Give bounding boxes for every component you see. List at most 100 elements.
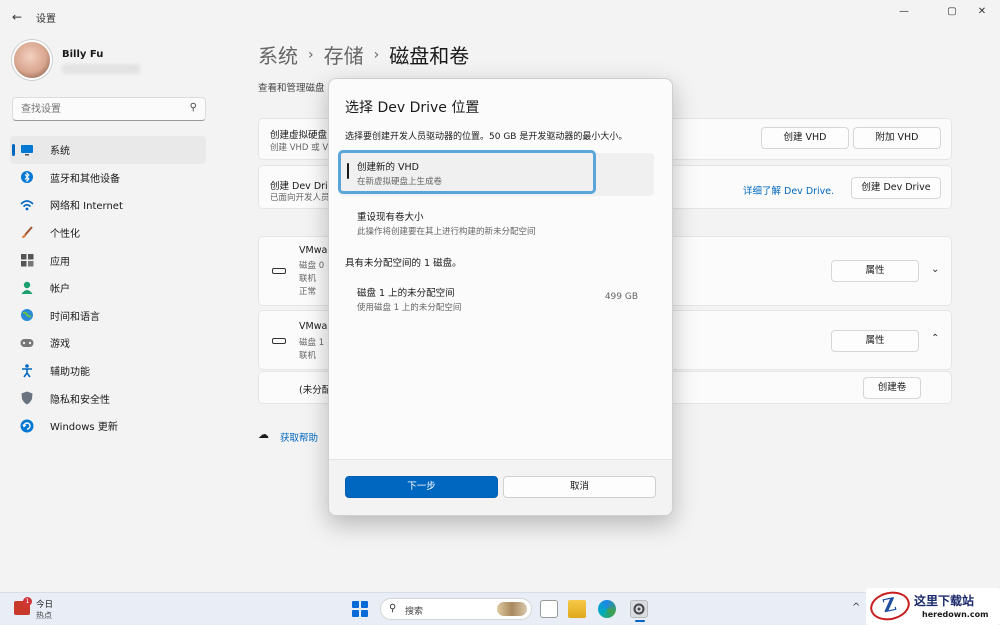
- dev-drive-location-dialog: 选择 Dev Drive 位置 选择要创建开发人员驱动器的位置。50 GB 是开…: [328, 78, 673, 516]
- disk-0-name: VMwa: [299, 245, 328, 256]
- sidebar-item-label: 个性化: [50, 229, 80, 241]
- bluetooth-icon: [20, 170, 34, 184]
- disk-0-properties-button[interactable]: 属性: [831, 260, 919, 282]
- next-button[interactable]: 下一步: [345, 476, 498, 498]
- sidebar-item-label: 应用: [50, 256, 70, 268]
- sidebar-item-label: Windows 更新: [50, 422, 118, 434]
- help-icon: ☁: [258, 428, 269, 441]
- disk-1-number: 磁盘 1: [299, 338, 325, 348]
- taskbar: 1 今日 热点 ⚲ 搜索 ^: [0, 592, 1000, 625]
- widget-title[interactable]: 今日: [36, 598, 53, 610]
- sidebar-item-label: 蓝牙和其他设备: [50, 173, 120, 185]
- option-disk-1-unallocated[interactable]: 磁盘 1 上的未分配空间 使用磁盘 1 上的未分配空间 499 GB: [339, 277, 654, 319]
- globe-icon: [20, 308, 34, 322]
- cancel-button[interactable]: 取消: [503, 476, 656, 498]
- unallocated-disks-header: 具有未分配空间的 1 磁盘。: [345, 258, 462, 269]
- breadcrumb: 系统 › 存储 › 磁盘和卷: [258, 40, 469, 69]
- sidebar-item-network[interactable]: 网络和 Internet: [10, 191, 206, 219]
- update-icon: [20, 419, 34, 433]
- option-title: 创建新的 VHD: [357, 162, 419, 173]
- settings-window: ← 设置 — ▢ ✕ Billy Fu ⚲ 系统 蓝牙和其他设备: [0, 0, 1000, 592]
- sidebar-item-gaming[interactable]: 游戏: [10, 329, 206, 357]
- page-title: 磁盘和卷: [389, 44, 470, 68]
- dialog-footer: 下一步 取消: [329, 459, 672, 515]
- drive-icon: [272, 338, 286, 344]
- sidebar-item-windows-update[interactable]: Windows 更新: [10, 412, 206, 440]
- create-dev-drive-button[interactable]: 创建 Dev Drive: [851, 177, 941, 199]
- attach-vhd-button[interactable]: 附加 VHD: [853, 127, 941, 149]
- settings-app-icon[interactable]: [630, 600, 648, 622]
- sidebar-nav: 系统 蓝牙和其他设备 网络和 Internet 个性化 应用 帐户 时间和语言 …: [10, 136, 206, 440]
- taskbar-search[interactable]: ⚲ 搜索: [380, 598, 532, 620]
- dialog-description: 选择要创建开发人员驱动器的位置。50 GB 是开发驱动器的最小大小。: [345, 132, 628, 142]
- disk-0-status: 联机: [299, 274, 317, 284]
- disk-1-properties-button[interactable]: 属性: [831, 330, 919, 352]
- create-vhd-button[interactable]: 创建 VHD: [761, 127, 849, 149]
- gamepad-icon: [20, 336, 34, 350]
- task-view-icon[interactable]: [540, 600, 558, 618]
- search-highlight-image: [497, 602, 527, 616]
- watermark-url: heredown.com: [922, 610, 989, 619]
- disk-0-number: 磁盘 0: [299, 261, 325, 271]
- chevron-up-icon[interactable]: ⌃: [931, 333, 939, 344]
- watermark-logo: [867, 588, 913, 624]
- brush-icon: [20, 225, 34, 240]
- person-icon: [20, 281, 34, 295]
- sidebar-item-apps[interactable]: 应用: [10, 246, 206, 274]
- minimize-button[interactable]: —: [888, 4, 920, 20]
- title-bar: ← 设置 — ▢ ✕: [0, 0, 1000, 34]
- watermark: 这里下载站 heredown.com: [866, 588, 1000, 625]
- dev-drive-card-subtitle: 已面向开发人员: [270, 193, 330, 203]
- sidebar-item-accounts[interactable]: 帐户: [10, 274, 206, 302]
- sidebar-item-label: 游戏: [50, 339, 70, 351]
- get-help-link[interactable]: 获取帮助: [280, 430, 318, 444]
- breadcrumb-system[interactable]: 系统: [258, 40, 298, 69]
- search-input[interactable]: [13, 98, 173, 120]
- avatar[interactable]: [12, 40, 52, 80]
- breadcrumb-separator: ›: [373, 46, 380, 63]
- dev-drive-card-title: 创建 Dev Driv: [270, 181, 334, 192]
- monitor-icon: [20, 143, 34, 157]
- start-icon[interactable]: [352, 601, 368, 617]
- page-description: 查看和管理磁盘: [258, 83, 325, 94]
- create-volume-button[interactable]: 创建卷: [863, 377, 921, 399]
- back-button[interactable]: ←: [8, 8, 26, 26]
- sidebar-item-time-language[interactable]: 时间和语言: [10, 302, 206, 330]
- learn-more-dev-drive-link[interactable]: 详细了解 Dev Drive.: [743, 183, 834, 197]
- vhd-card-title: 创建虚拟硬盘: [270, 130, 328, 141]
- shield-icon: [20, 391, 34, 405]
- option-subtitle: 在新虚拟硬盘上生成卷: [357, 177, 443, 187]
- sidebar-item-label: 隐私和安全性: [50, 394, 110, 406]
- edge-browser-icon[interactable]: [598, 600, 616, 618]
- notification-badge: 1: [23, 597, 32, 606]
- option-resize-existing-volume[interactable]: 重设现有卷大小 此操作将创建要在其上进行构建的新未分配空间: [339, 201, 654, 243]
- wifi-icon: [20, 198, 34, 212]
- unallocated-label: (未分配: [299, 385, 332, 396]
- settings-search[interactable]: ⚲: [12, 97, 206, 121]
- sidebar-item-system[interactable]: 系统: [10, 136, 206, 164]
- profile-email-blurred: [62, 64, 140, 74]
- chevron-down-icon[interactable]: ⌄: [931, 264, 939, 275]
- option-title: 磁盘 1 上的未分配空间: [357, 288, 455, 299]
- breadcrumb-storage[interactable]: 存储: [324, 40, 364, 69]
- dialog-title: 选择 Dev Drive 位置: [345, 100, 480, 116]
- tray-chevron-icon[interactable]: ^: [852, 602, 860, 613]
- option-subtitle: 使用磁盘 1 上的未分配空间: [357, 303, 462, 313]
- widget-subtitle: 热点: [36, 611, 52, 620]
- maximize-button[interactable]: ▢: [936, 4, 968, 20]
- profile-name: Billy Fu: [62, 49, 104, 60]
- option-create-new-vhd[interactable]: 创建新的 VHD 在新虚拟硬盘上生成卷: [338, 150, 596, 194]
- breadcrumb-separator: ›: [308, 46, 314, 63]
- file-explorer-icon[interactable]: [568, 600, 586, 618]
- sidebar-item-privacy[interactable]: 隐私和安全性: [10, 384, 206, 412]
- sidebar-item-bluetooth[interactable]: 蓝牙和其他设备: [10, 164, 206, 192]
- watermark-title: 这里下载站: [914, 594, 975, 608]
- close-button[interactable]: ✕: [966, 4, 998, 20]
- sidebar-item-accessibility[interactable]: 辅助功能: [10, 357, 206, 385]
- app-title: 设置: [36, 14, 56, 25]
- sidebar-item-personalization[interactable]: 个性化: [10, 219, 206, 247]
- disk-1-status: 联机: [299, 351, 317, 361]
- search-icon: ⚲: [189, 102, 197, 113]
- apps-icon: [20, 253, 34, 267]
- option-title: 重设现有卷大小: [357, 212, 424, 223]
